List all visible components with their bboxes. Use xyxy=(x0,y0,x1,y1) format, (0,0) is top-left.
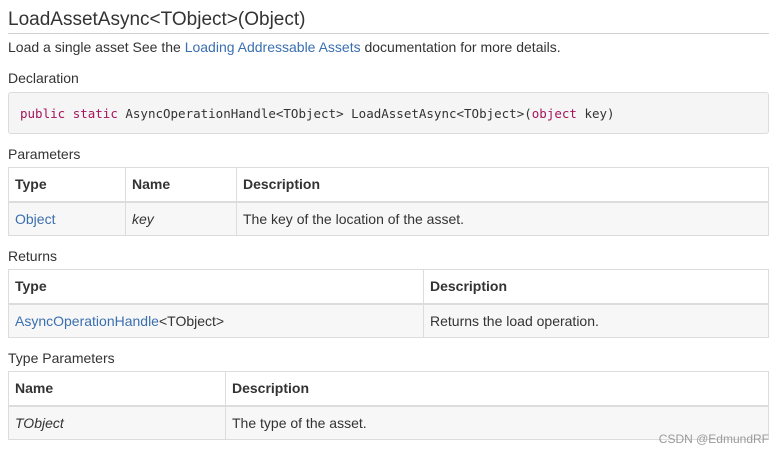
returns-heading: Returns xyxy=(8,248,58,264)
async-operation-handle-link[interactable]: AsyncOperationHandle xyxy=(15,313,159,329)
return-description-cell: Returns the load operation. xyxy=(423,303,769,338)
table-header-row: Type Name Description xyxy=(8,167,769,203)
table-header-row: Type Description xyxy=(8,269,769,305)
returns-table: Type Description AsyncOperationHandle<TO… xyxy=(8,269,769,338)
param-description-cell: The key of the location of the asset. xyxy=(236,201,769,236)
return-type-generic: <TObject> xyxy=(158,312,225,329)
declaration-heading: Declaration xyxy=(8,70,79,86)
table-row: TObject The type of the asset. xyxy=(8,405,769,440)
param-type-cell: Object xyxy=(8,201,126,236)
column-header-type: Type xyxy=(8,269,424,305)
table-row: AsyncOperationHandle<TObject> Returns th… xyxy=(8,303,769,338)
return-type-cell: AsyncOperationHandle<TObject> xyxy=(8,303,424,338)
code-keyword-static: static xyxy=(72,106,118,121)
parameters-table: Type Name Description Object key The key… xyxy=(8,167,769,236)
description-text-after: documentation for more details. xyxy=(360,39,561,55)
csdn-watermark: CSDN @EdmundRF xyxy=(658,432,769,446)
column-header-type: Type xyxy=(8,167,126,203)
parameters-heading: Parameters xyxy=(8,146,81,162)
object-type-link[interactable]: Object xyxy=(15,211,55,227)
table-header-row: Name Description xyxy=(8,371,769,407)
param-name-cell: key xyxy=(125,201,237,236)
type-parameters-heading: Type Parameters xyxy=(8,350,115,366)
page-title: LoadAssetAsync<TObject>(Object) xyxy=(8,9,769,34)
code-signature-end: key) xyxy=(576,106,615,121)
loading-addressable-assets-link[interactable]: Loading Addressable Assets xyxy=(185,39,361,55)
column-header-description: Description xyxy=(423,269,769,305)
type-parameters-table: Name Description TObject The type of the… xyxy=(8,371,769,440)
column-header-description: Description xyxy=(225,371,769,407)
code-signature: AsyncOperationHandle<TObject> LoadAssetA… xyxy=(117,106,532,121)
method-description: Load a single asset See the Loading Addr… xyxy=(8,38,561,56)
column-header-description: Description xyxy=(236,167,769,203)
column-header-name: Name xyxy=(125,167,237,203)
table-row: Object key The key of the location of th… xyxy=(8,201,769,236)
code-keyword-object: object xyxy=(531,106,577,121)
column-header-name: Name xyxy=(8,371,226,407)
description-text-before: Load a single asset See the xyxy=(8,39,185,55)
declaration-code-block: public static AsyncOperationHandle<TObje… xyxy=(8,92,769,134)
code-keyword-public: public xyxy=(20,106,66,121)
type-param-name-cell: TObject xyxy=(8,405,226,440)
